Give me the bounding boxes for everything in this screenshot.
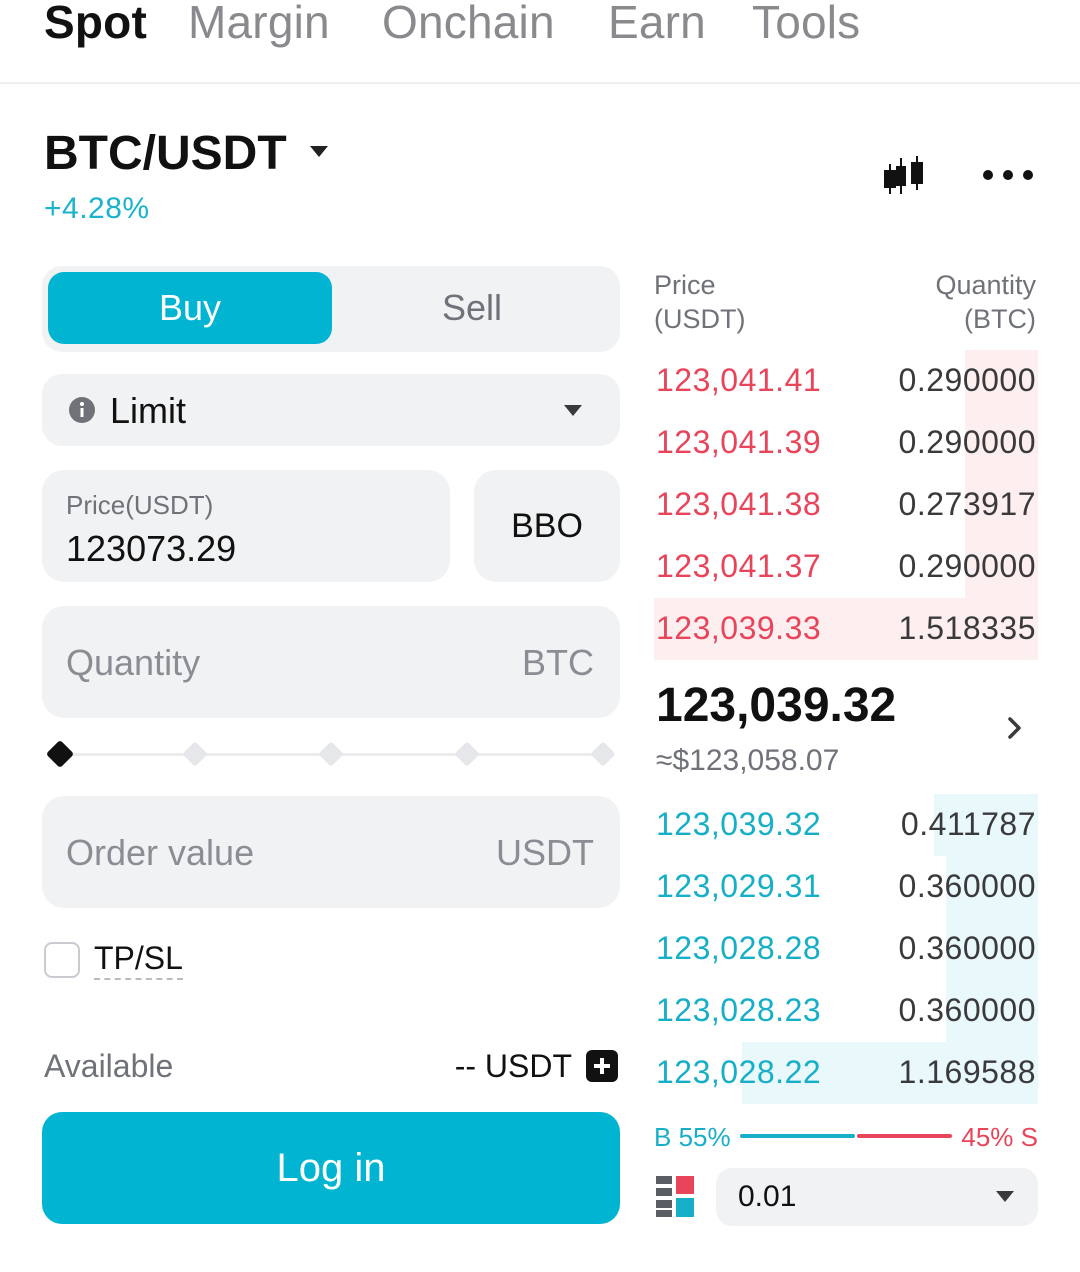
- ask-quantity: 0.290000: [898, 548, 1036, 584]
- ask-row[interactable]: 123,041.39 0.290000: [654, 412, 1038, 474]
- buy-button[interactable]: Buy: [48, 272, 332, 344]
- slider-step-25[interactable]: [182, 741, 208, 767]
- price-input[interactable]: Price(USDT) 123073.29: [42, 470, 450, 582]
- buy-ratio-label: B 55%: [654, 1122, 731, 1152]
- tab-earn[interactable]: Earn: [608, 0, 706, 50]
- slider-step-50[interactable]: [318, 741, 344, 767]
- slider-handle[interactable]: [45, 739, 75, 769]
- ask-price: 123,041.38: [656, 486, 822, 522]
- available-label: Available: [44, 1048, 174, 1084]
- more-dots-icon[interactable]: [980, 160, 1036, 190]
- sell-ratio-bar: [857, 1134, 952, 1138]
- bid-quantity: 0.360000: [898, 868, 1036, 904]
- order-value-input[interactable]: Order value USDT: [42, 796, 620, 908]
- ask-quantity: 0.273917: [898, 486, 1036, 522]
- slider-step-100[interactable]: [590, 741, 616, 767]
- pair-selector[interactable]: BTC/USDT: [44, 126, 287, 182]
- ask-quantity: 0.290000: [898, 362, 1036, 398]
- bid-row[interactable]: 123,028.22 1.169588: [654, 1042, 1038, 1104]
- order-value-placeholder: Order value: [66, 832, 255, 873]
- sell-button[interactable]: Sell: [330, 272, 614, 344]
- login-button[interactable]: Log in: [42, 1112, 620, 1224]
- bbo-button[interactable]: BBO: [474, 470, 620, 582]
- bid-quantity: 0.360000: [898, 930, 1036, 966]
- ask-row[interactable]: 123,041.41 0.290000: [654, 350, 1038, 412]
- caret-down-icon: [564, 405, 582, 416]
- precision-value: 0.01: [738, 1180, 797, 1213]
- candlestick-icon[interactable]: [880, 152, 928, 200]
- price-value[interactable]: 123073.29: [66, 528, 236, 570]
- tab-onchain[interactable]: Onchain: [382, 0, 555, 50]
- bid-quantity: 1.169588: [898, 1054, 1036, 1090]
- ask-price: 123,041.37: [656, 548, 822, 584]
- bid-price: 123,028.28: [656, 930, 822, 966]
- bid-quantity: 0.360000: [898, 992, 1036, 1028]
- order-type-select[interactable]: Limit: [42, 374, 620, 446]
- plus-icon[interactable]: [586, 1050, 618, 1082]
- tab-margin[interactable]: Margin: [188, 0, 330, 50]
- info-icon[interactable]: [68, 396, 96, 424]
- order-value-unit: USDT: [496, 832, 594, 873]
- ask-row[interactable]: 123,041.37 0.290000: [654, 536, 1038, 598]
- precision-select[interactable]: 0.01: [716, 1168, 1038, 1226]
- ask-quantity: 1.518335: [898, 610, 1036, 646]
- quantity-header-text: Quantity: [935, 270, 1036, 300]
- price-header-text: Price: [654, 270, 716, 300]
- quantity-input[interactable]: Quantity BTC: [42, 606, 620, 718]
- order-type-label: Limit: [110, 390, 187, 431]
- bid-row[interactable]: 123,028.23 0.360000: [654, 980, 1038, 1042]
- price-change: +4.28%: [44, 192, 150, 225]
- buy-ratio-bar: [740, 1134, 855, 1138]
- ask-quantity: 0.290000: [898, 424, 1036, 460]
- top-tabs: Spot Margin Onchain Earn Tools: [0, 0, 1080, 84]
- side-switch: Buy Sell: [42, 266, 620, 352]
- orderbook-quantity-header: Quantity (BTC): [935, 268, 1036, 336]
- orderbook-layout-icon[interactable]: [656, 1174, 696, 1218]
- quantity-placeholder: Quantity: [66, 642, 201, 683]
- bid-price: 123,029.31: [656, 868, 822, 904]
- ask-row[interactable]: 123,041.38 0.273917: [654, 474, 1038, 536]
- buy-sell-ratio: B 55% 45% S: [654, 1122, 1038, 1152]
- price-header-unit: (USDT): [654, 304, 746, 334]
- bid-row[interactable]: 123,028.28 0.360000: [654, 918, 1038, 980]
- tpsl-checkbox[interactable]: [44, 942, 80, 978]
- ask-price: 123,041.39: [656, 424, 822, 460]
- last-price-fiat: ≈$123,058.07: [656, 744, 840, 777]
- bid-quantity: 0.411787: [900, 806, 1036, 842]
- bid-row[interactable]: 123,039.32 0.411787: [654, 794, 1038, 856]
- available-value: -- USDT: [454, 1048, 572, 1084]
- caret-down-icon[interactable]: [310, 146, 328, 157]
- bid-price: 123,039.32: [656, 806, 822, 842]
- ask-price: 123,039.33: [656, 610, 822, 646]
- quantity-unit: BTC: [522, 642, 594, 683]
- bid-row[interactable]: 123,029.31 0.360000: [654, 856, 1038, 918]
- bid-price: 123,028.23: [656, 992, 822, 1028]
- tab-tools[interactable]: Tools: [752, 0, 860, 50]
- slider-step-75[interactable]: [454, 741, 480, 767]
- sell-ratio-label: 45% S: [961, 1122, 1038, 1152]
- quantity-header-unit: (BTC): [964, 304, 1036, 334]
- tpsl-label[interactable]: TP/SL: [94, 940, 183, 980]
- ask-row[interactable]: 123,039.33 1.518335: [654, 598, 1038, 660]
- price-label: Price(USDT): [66, 490, 214, 520]
- chevron-right-icon[interactable]: [1004, 714, 1026, 742]
- caret-down-icon: [996, 1191, 1014, 1202]
- ask-list: 123,041.41 0.290000 123,041.39 0.290000 123,…: [654, 350, 1038, 660]
- orderbook-price-header: Price (USDT): [654, 268, 745, 336]
- ask-price: 123,041.41: [656, 362, 822, 398]
- tab-spot[interactable]: Spot: [44, 0, 147, 50]
- last-price: 123,039.32: [656, 679, 897, 732]
- bid-price: 123,028.22: [656, 1054, 822, 1090]
- bid-list: 123,039.32 0.411787 123,029.31 0.360000 123,…: [654, 794, 1038, 1104]
- quantity-slider[interactable]: [45, 738, 616, 770]
